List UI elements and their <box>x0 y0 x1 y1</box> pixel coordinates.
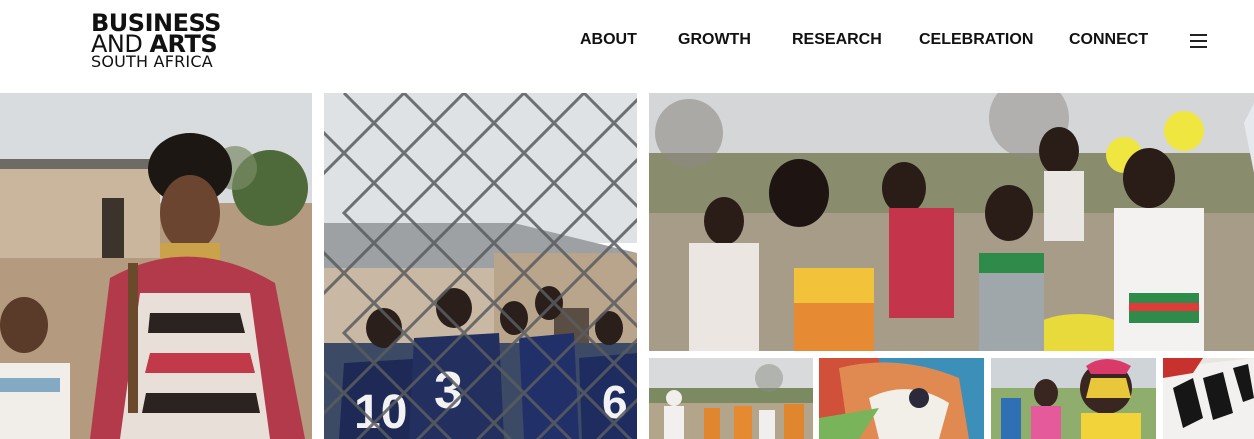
nav-item-research[interactable]: RESEARCH <box>792 31 882 53</box>
hamburger-menu-icon[interactable] <box>1190 34 1207 48</box>
nav-item-growth[interactable]: GROWTH <box>678 31 751 53</box>
nav-item-celebration[interactable]: CELEBRATION <box>919 31 1033 53</box>
gallery-photo-masked-performer[interactable] <box>991 358 1156 439</box>
jersey-number-3: 3 <box>434 362 463 420</box>
nav-item-connect[interactable]: CONNECT <box>1069 31 1148 53</box>
gallery-photo-soccer-team-fence[interactable]: 10 3 6 <box>324 93 637 439</box>
gallery-photo-crowd-event[interactable] <box>649 358 813 439</box>
nav-item-about[interactable]: ABOUT <box>580 31 637 53</box>
site-header: BUSINESS AND ARTS SOUTH AFRICA ABOUT GRO… <box>0 0 1254 88</box>
logo-line-and-arts: AND ARTS <box>91 32 231 56</box>
gallery-photo-children-celebration[interactable] <box>649 93 1254 351</box>
gallery-photo-sign[interactable] <box>1163 358 1254 439</box>
gallery-photo-woman-traditional-dress[interactable] <box>0 93 312 439</box>
gallery-photo-mural[interactable] <box>819 358 984 439</box>
logo-line-south-africa: SOUTH AFRICA <box>91 52 213 71</box>
brand-logo[interactable]: BUSINESS AND ARTS SOUTH AFRICA <box>91 11 231 70</box>
